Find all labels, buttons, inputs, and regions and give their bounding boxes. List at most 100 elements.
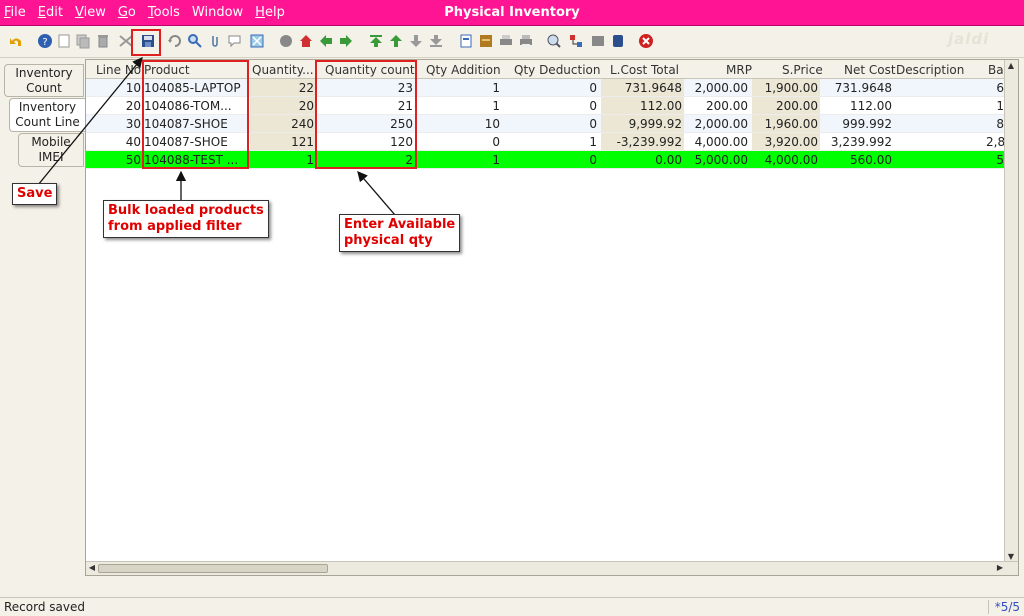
col-net-cost-header[interactable]: Net Cost <box>844 63 896 77</box>
cell-add: 1 <box>492 81 500 95</box>
previous-record-icon[interactable] <box>388 33 404 49</box>
cell-product: 104088-TEST ... <box>144 153 239 167</box>
cell-qty_book: 240 <box>250 115 316 132</box>
delete-icon[interactable] <box>95 33 111 49</box>
tab-inventory-count[interactable]: Inventory Count <box>4 64 84 97</box>
copy-icon[interactable] <box>75 33 91 49</box>
col-lcost-total-header[interactable]: L.Cost Total <box>610 63 679 77</box>
col-quantity-count-header[interactable]: Quantity count <box>325 63 415 77</box>
cell-mrp: 2,000.00 <box>694 117 748 131</box>
menu-window-label: Window <box>191 5 244 20</box>
menu-help-mnemonic: H <box>255 5 265 20</box>
horizontal-scrollbar[interactable]: ◀ ▶ <box>86 561 1018 575</box>
tab-label-line1: Mobile <box>31 135 71 149</box>
cell-ded: 0 <box>589 117 597 131</box>
forward-icon[interactable] <box>338 33 354 49</box>
menu-view[interactable]: View <box>75 5 106 20</box>
next-record-icon[interactable] <box>408 33 424 49</box>
delete-selection-icon[interactable] <box>118 33 134 49</box>
tab-label-line2: IMEI <box>38 150 64 164</box>
col-line-no-header[interactable]: Line No <box>96 63 141 77</box>
menu-go[interactable]: Go <box>118 5 136 20</box>
cell-line: 50 <box>125 153 141 167</box>
cell-qty_count[interactable]: 250 <box>318 117 415 131</box>
cell-sprice: 1,960.00 <box>752 115 820 132</box>
table-row[interactable]: 20 104086-TOM... 20 21 1 0 112.00 200.00 200.00 1… <box>86 97 1006 115</box>
cell-mrp: 200.00 <box>706 99 748 113</box>
col-qty-deduction-header[interactable]: Qty Deduction <box>514 63 601 77</box>
new-icon[interactable] <box>56 33 72 49</box>
find-icon[interactable] <box>187 33 203 49</box>
print-preview-icon[interactable] <box>498 33 514 49</box>
menu-help[interactable]: Help <box>255 5 285 20</box>
col-product-header[interactable]: Product <box>144 63 190 77</box>
menu-file[interactable]: File <box>4 5 26 20</box>
tab-inventory-count-line[interactable]: Inventory Count Line <box>9 98 85 132</box>
menu-window[interactable]: Window <box>192 5 243 20</box>
col-description-header[interactable]: Description <box>896 63 964 77</box>
cell-lcost: 112.00 <box>601 97 684 114</box>
scroll-left-icon[interactable]: ◀ <box>86 562 98 574</box>
cell-qty_count[interactable]: 23 <box>318 81 415 95</box>
cell-ded: 0 <box>589 99 597 113</box>
history-icon[interactable] <box>278 33 294 49</box>
table-row[interactable]: 50 104088-TEST ... 1 2 1 0 0.00 5,000.00 4,000.0… <box>86 151 1006 169</box>
scroll-right-icon[interactable]: ▶ <box>994 562 1006 574</box>
col-qty-addition-header[interactable]: Qty Addition <box>426 63 501 77</box>
vertical-scrollbar[interactable]: ▲ ▼ <box>1004 60 1018 563</box>
grid-toggle-icon[interactable] <box>249 33 265 49</box>
report-icon[interactable] <box>458 33 474 49</box>
table-row[interactable]: 30 104087-SHOE 240 250 10 0 9,999.92 2,000.00 1,… <box>86 115 1006 133</box>
archive-icon[interactable] <box>478 33 494 49</box>
tab-mobile-imei[interactable]: Mobile IMEI <box>18 133 84 167</box>
enter-qty-callout: Enter Available physical qty <box>339 214 461 252</box>
menu-file-label: ile <box>10 5 26 20</box>
cell-base: 2,8 <box>986 135 1006 149</box>
status-message: Record saved <box>4 600 85 614</box>
product-info-icon[interactable] <box>590 33 606 49</box>
title-bar: File Edit View Go Tools Window Help Physical I… <box>0 0 1024 26</box>
menu-go-label: o <box>127 5 136 20</box>
chat-icon[interactable] <box>227 33 243 49</box>
save-icon[interactable] <box>140 33 156 49</box>
horizontal-scroll-thumb[interactable] <box>98 564 328 573</box>
col-quantity-book-header[interactable]: Quantity... <box>252 63 314 77</box>
menu-edit-label: dit <box>46 5 63 20</box>
cell-product: 104085-LAPTOP <box>144 81 241 95</box>
cell-product: 104086-TOM... <box>144 99 232 113</box>
enter-callout-line1: Enter Available <box>344 217 456 232</box>
cell-qty_count[interactable]: 21 <box>318 99 415 113</box>
last-record-icon[interactable] <box>428 33 444 49</box>
scroll-up-icon[interactable]: ▲ <box>1005 60 1017 72</box>
tab-label-line1: Inventory <box>15 65 73 80</box>
undo-icon[interactable] <box>8 33 24 49</box>
help-icon[interactable]: ? <box>37 33 53 49</box>
home-icon[interactable] <box>298 33 314 49</box>
cell-add: 1 <box>492 99 500 113</box>
zoom-across-icon[interactable] <box>546 33 562 49</box>
request-icon[interactable] <box>610 33 626 49</box>
cell-ded: 0 <box>589 81 597 95</box>
record-counter[interactable]: *5/5 <box>987 600 1020 614</box>
cell-net: 112.00 <box>850 99 892 113</box>
menu-go-mnemonic: G <box>117 5 128 20</box>
col-sprice-header[interactable]: S.Price <box>782 63 823 77</box>
cell-qty_count[interactable]: 2 <box>318 153 415 167</box>
first-record-icon[interactable] <box>368 33 384 49</box>
refresh-icon[interactable] <box>167 33 183 49</box>
attachment-icon[interactable] <box>207 33 223 49</box>
table-row[interactable]: 10 104085-LAPTOP 22 23 1 0 731.9648 2,000.00 1,9… <box>86 79 1006 97</box>
close-window-icon[interactable] <box>638 33 654 49</box>
print-icon[interactable] <box>518 33 534 49</box>
menu-view-mnemonic: V <box>74 5 84 20</box>
cell-add: 10 <box>484 117 500 131</box>
workflow-icon[interactable] <box>568 33 584 49</box>
table-row[interactable]: 40 104087-SHOE 121 120 0 1 -3,239.992 4,000.00 3… <box>86 133 1006 151</box>
col-mrp-header[interactable]: MRP <box>726 63 752 77</box>
cell-ded: 0 <box>589 153 597 167</box>
cell-add: 1 <box>492 153 500 167</box>
back-icon[interactable] <box>318 33 334 49</box>
menu-tools[interactable]: Tools <box>148 5 180 20</box>
cell-qty_count[interactable]: 120 <box>318 135 415 149</box>
menu-edit[interactable]: Edit <box>38 5 63 20</box>
